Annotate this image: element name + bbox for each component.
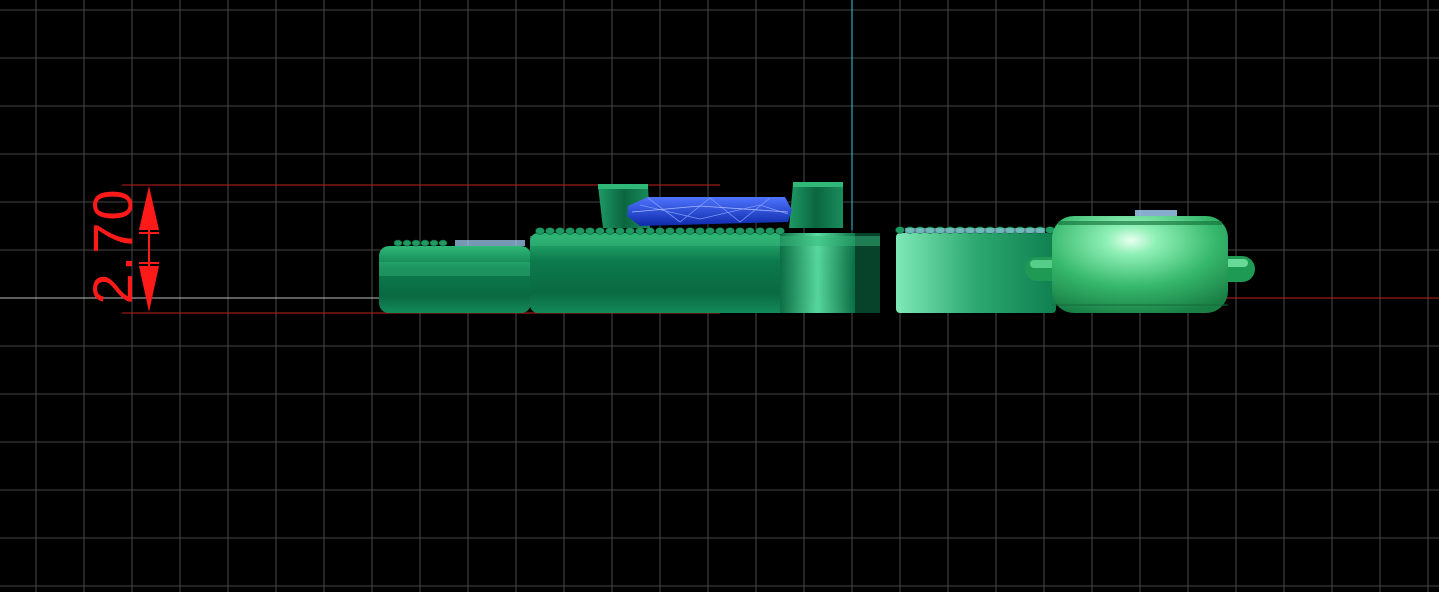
pave-bead xyxy=(555,227,565,235)
pave-bead xyxy=(655,227,665,235)
pave-bead xyxy=(755,227,765,235)
bail-barrel xyxy=(1052,210,1228,313)
pave-bead xyxy=(715,227,725,235)
pave-bead xyxy=(605,227,615,235)
pave-bead xyxy=(575,227,585,235)
pave-bead xyxy=(625,227,635,235)
pave-bead xyxy=(411,239,421,247)
pave-bead xyxy=(429,239,439,247)
viewport-scene[interactable] xyxy=(0,0,1439,592)
pave-bead xyxy=(775,227,785,235)
center-stone xyxy=(627,197,792,226)
pave-bead xyxy=(420,239,430,247)
pave-bead xyxy=(665,227,675,235)
pave-bead xyxy=(745,227,755,235)
pave-bead xyxy=(595,227,605,235)
pave-bead xyxy=(438,239,448,247)
pave-bead xyxy=(535,227,545,235)
pave-bead xyxy=(585,227,595,235)
pave-bead xyxy=(615,227,625,235)
left-band xyxy=(379,246,531,313)
pave-bead xyxy=(565,227,575,235)
pave-bead xyxy=(895,226,905,234)
pave-bead xyxy=(545,227,555,235)
pave-bead xyxy=(402,239,412,247)
pave-bead xyxy=(635,227,645,235)
dimension-value-label: 2.70 xyxy=(81,187,144,305)
pave-bead xyxy=(645,227,655,235)
pave-bead xyxy=(675,227,685,235)
right-prong xyxy=(789,182,843,228)
pave-bead xyxy=(705,227,715,235)
left-pave-row xyxy=(393,239,448,247)
pave-bead xyxy=(393,239,403,247)
pave-bead xyxy=(725,227,735,235)
pave-bead xyxy=(735,227,745,235)
pave-bead xyxy=(685,227,695,235)
pave-bead xyxy=(695,227,705,235)
center-pave-row xyxy=(535,227,785,235)
pave-bead xyxy=(765,227,775,235)
cad-viewport[interactable]: 2.70 xyxy=(0,0,1439,592)
segment-gap xyxy=(880,233,896,313)
